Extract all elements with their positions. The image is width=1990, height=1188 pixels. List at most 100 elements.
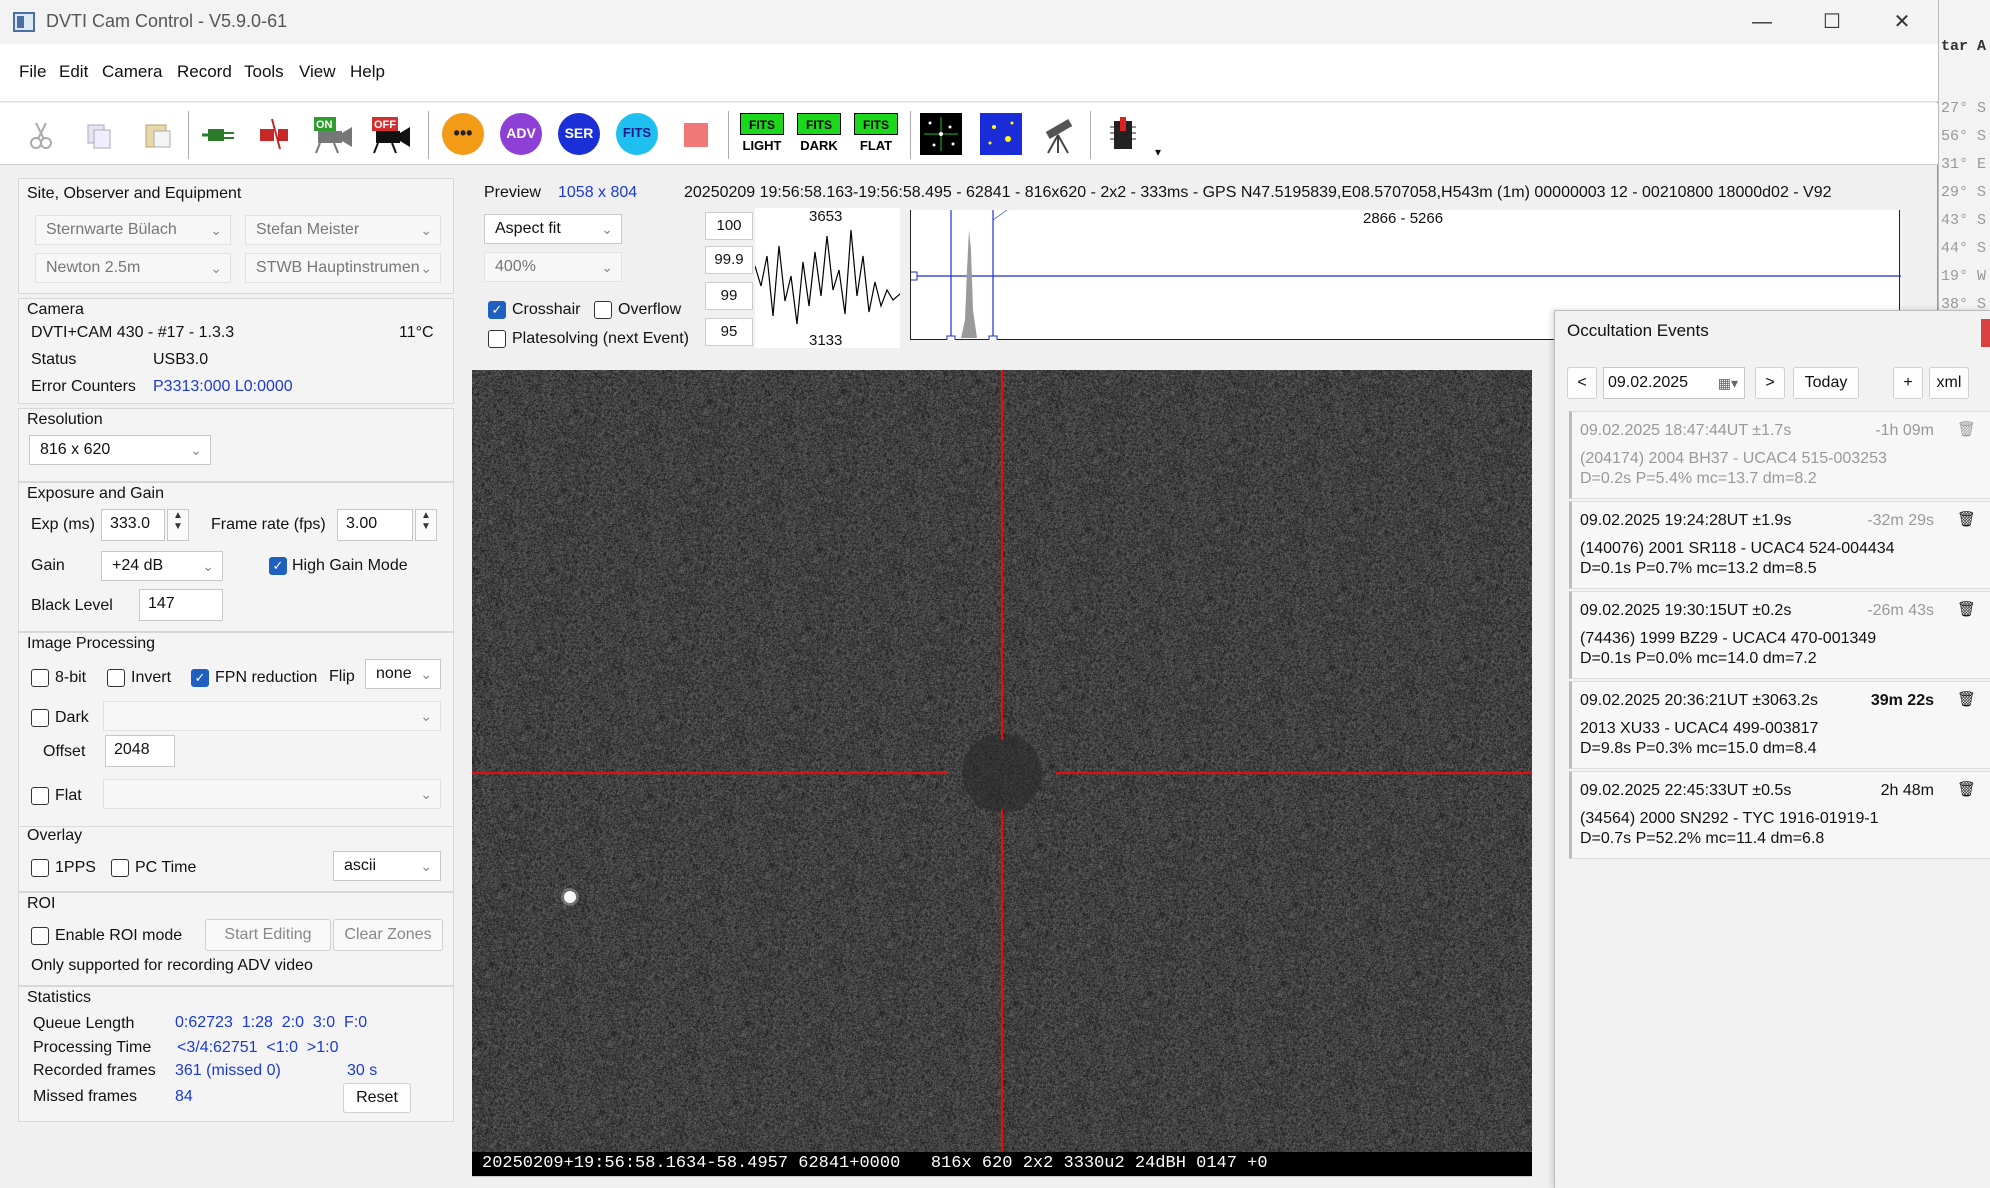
instrument-select[interactable]: STWB Hauptinstrumen ⌄ <box>245 253 441 283</box>
menu-help[interactable]: Help <box>350 62 385 82</box>
1pps-checkbox[interactable] <box>31 859 49 877</box>
delete-icon[interactable]: 🗑 <box>1957 690 1976 708</box>
event-object: (204174) 2004 BH37 - UCAC4 515-003253 <box>1580 450 1887 467</box>
fits-light-icon[interactable]: FITS LIGHT <box>740 113 784 157</box>
menu-camera[interactable]: Camera <box>102 62 162 82</box>
camera-on-text: ON <box>316 119 333 131</box>
event-relative-time: -26m 43s <box>1867 602 1934 619</box>
event-object: (74436) 1999 BZ29 - UCAC4 470-001349 <box>1580 630 1877 647</box>
overflow-checkbox[interactable] <box>594 301 612 319</box>
exposure-group-title: Exposure and Gain <box>27 485 164 502</box>
background-line: 43° S <box>1941 212 1987 229</box>
telescope-select[interactable]: Newton 2.5m ⌄ <box>35 253 231 283</box>
connect-icon[interactable] <box>200 113 242 155</box>
zoom-value: 400% <box>495 258 536 275</box>
prev-date-button[interactable]: < <box>1567 367 1597 399</box>
level-100[interactable]: 100 <box>705 212 753 240</box>
exposure-input[interactable]: 333.0 <box>101 509 165 541</box>
sky-map-icon[interactable] <box>980 113 1022 155</box>
overlay-mode-select[interactable]: ascii ⌄ <box>333 851 441 881</box>
menu-record[interactable]: Record <box>177 62 232 82</box>
black-level-input[interactable]: 147 <box>139 589 223 621</box>
xml-button[interactable]: xml <box>1929 367 1969 399</box>
record-avi-icon[interactable]: ••• <box>442 113 484 155</box>
calendar-icon[interactable]: ▦▾ <box>1718 368 1738 398</box>
event-item[interactable]: 09.02.2025 18:47:44UT ±1.7s -1h 09m 🗑 (2… <box>1569 411 1990 499</box>
event-item[interactable]: 09.02.2025 22:45:33UT ±0.5s 2h 48m 🗑 (34… <box>1569 771 1990 859</box>
event-item[interactable]: 09.02.2025 20:36:21UT ±3063.2s 39m 22s 🗑… <box>1569 681 1990 769</box>
record-fits-icon[interactable]: FITS <box>616 113 658 155</box>
starfield-icon[interactable] <box>920 113 962 155</box>
today-button[interactable]: Today <box>1793 367 1859 399</box>
record-adv-icon[interactable]: ADV <box>500 113 542 155</box>
pc-time-checkbox[interactable] <box>111 859 129 877</box>
toolbar-dropdown-icon[interactable]: ▾ <box>1155 145 1161 159</box>
fits-flat-icon[interactable]: FITS FLAT <box>854 113 898 157</box>
telescope-icon[interactable] <box>1038 113 1080 155</box>
fit-mode-select[interactable]: Aspect fit ⌄ <box>484 214 622 244</box>
observer-select[interactable]: Stefan Meister ⌄ <box>245 215 441 245</box>
preview-scrollbar[interactable] <box>472 1176 1532 1188</box>
delete-icon[interactable]: 🗑 <box>1957 600 1976 618</box>
panel-close-marker[interactable] <box>1981 319 1990 347</box>
camera-preview-image[interactable]: 20250209+19:56:58.1634-58.4957 62841+000… <box>472 370 1532 1176</box>
menu-tools[interactable]: Tools <box>244 62 284 82</box>
enable-roi-checkbox[interactable] <box>31 927 49 945</box>
gain-select[interactable]: +24 dB ⌄ <box>101 551 223 581</box>
camera-group-title: Camera <box>27 301 84 318</box>
disconnect-icon[interactable] <box>254 113 296 155</box>
copy-icon[interactable] <box>78 113 120 155</box>
minimize-button[interactable]: — <box>1732 4 1792 40</box>
record-ser-icon[interactable]: SER <box>558 113 600 155</box>
signal-graph-max: 3653 <box>809 208 843 225</box>
menu-file[interactable]: File <box>19 62 46 82</box>
date-picker[interactable]: 09.02.2025 ▦▾ <box>1603 367 1745 399</box>
flat-checkbox[interactable] <box>31 787 49 805</box>
level-99-9[interactable]: 99.9 <box>705 246 753 274</box>
invert-checkbox[interactable] <box>107 669 125 687</box>
clear-zones-button[interactable]: Clear Zones <box>333 919 443 951</box>
maximize-button[interactable]: ☐ <box>1802 4 1862 40</box>
8bit-checkbox[interactable] <box>31 669 49 687</box>
fits-dark-top: FITS <box>797 113 841 135</box>
high-gain-checkbox[interactable]: ✓ <box>269 557 287 575</box>
menu-view[interactable]: View <box>299 62 336 82</box>
frame-rate-input[interactable]: 3.00 <box>337 509 413 541</box>
platesolving-checkbox[interactable] <box>488 330 506 348</box>
chip-icon[interactable] <box>1102 113 1144 155</box>
paste-icon[interactable] <box>136 113 178 155</box>
event-item[interactable]: 09.02.2025 19:24:28UT ±1.9s -32m 29s 🗑 (… <box>1569 501 1990 589</box>
flat-frame-select[interactable]: ⌄ <box>103 779 441 809</box>
start-editing-button[interactable]: Start Editing <box>205 919 331 951</box>
next-date-button[interactable]: > <box>1755 367 1785 399</box>
delete-icon[interactable]: 🗑 <box>1957 780 1976 798</box>
stop-icon[interactable] <box>674 113 716 155</box>
close-button[interactable]: ✕ <box>1872 4 1932 40</box>
resolution-select[interactable]: 816 x 620 ⌄ <box>29 435 211 465</box>
exposure-stepper[interactable]: ▲ ▼ <box>167 509 189 541</box>
event-item[interactable]: 09.02.2025 19:30:15UT ±0.2s -26m 43s 🗑 (… <box>1569 591 1990 679</box>
fits-dark-icon[interactable]: FITS DARK <box>797 113 841 157</box>
crosshair-checkbox[interactable]: ✓ <box>488 301 506 319</box>
flip-select[interactable]: none ⌄ <box>365 659 441 689</box>
fpn-reduction-checkbox[interactable]: ✓ <box>191 669 209 687</box>
dark-checkbox[interactable] <box>31 709 49 727</box>
cut-icon[interactable] <box>20 113 62 155</box>
camera-on-icon[interactable]: ON <box>310 113 352 155</box>
reset-button[interactable]: Reset <box>343 1083 411 1113</box>
zoom-select[interactable]: 400% ⌄ <box>484 252 622 282</box>
fits-flat-label: FLAT <box>854 135 898 157</box>
delete-icon[interactable]: 🗑 <box>1957 510 1976 528</box>
dark-frame-select[interactable]: ⌄ <box>103 701 441 731</box>
delete-icon[interactable]: 🗑 <box>1957 420 1976 438</box>
menu-edit[interactable]: Edit <box>59 62 88 82</box>
add-event-button[interactable]: + <box>1893 367 1923 399</box>
chevron-down-icon: ⌄ <box>420 222 432 238</box>
level-99[interactable]: 99 <box>705 282 753 310</box>
offset-input[interactable]: 2048 <box>105 735 175 767</box>
fits-flat-top: FITS <box>854 113 898 135</box>
camera-off-icon[interactable]: OFF <box>368 113 410 155</box>
site-select[interactable]: Sternwarte Bülach ⌄ <box>35 215 231 245</box>
frame-rate-stepper[interactable]: ▲ ▼ <box>415 509 437 541</box>
level-95[interactable]: 95 <box>705 318 753 346</box>
